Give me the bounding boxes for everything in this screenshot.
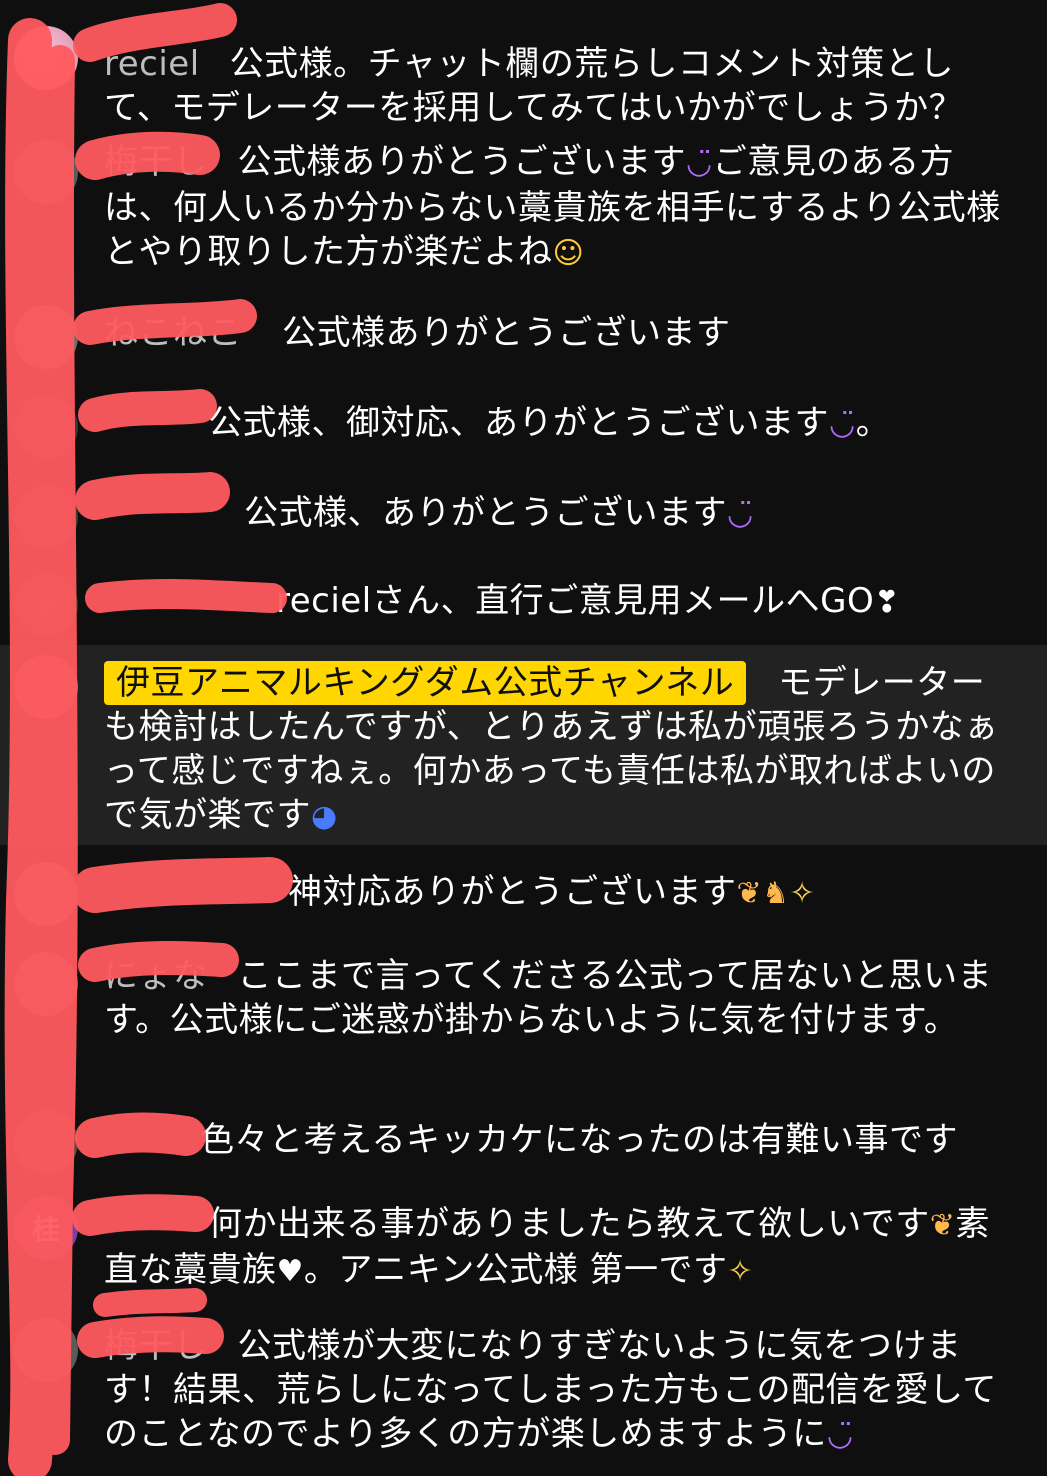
message-text: 公式様。チャット欄の荒らしコメント対策として、モデレーターを採用してみてはいかが… [104,44,964,128]
chat-message-owner: 伊豆アニマルキングダム公式チャンネル モデレーターも検討はしたんですが、とりあえず… [0,645,1047,845]
leaf-icon: ❦ [736,876,763,911]
chat-message: にょな ここまで言ってくださる公式って居ないと思います。公式様にご迷惑が掛からない… [0,948,1047,1088]
message-body: 梅干し 公式様が大変になりすぎないように気をつけます！結果、荒らしになってしまった… [104,1324,1009,1458]
avatar-initial: 桂 [31,1213,60,1246]
sparkles-icon: ✧ [789,876,816,911]
message-text: 神対応ありがとうございます [288,872,737,912]
message-body: にょな ここまで言ってくださる公式って居ないと思います。公式様にご迷惑が掛からない… [104,954,1009,1042]
sweat-face-icon: ◕ [311,799,338,834]
message-text-continued: 。 [855,403,891,443]
message-text: 公式様ありがとうございます [282,313,731,353]
avatar[interactable] [14,1318,78,1382]
white-heart-icon: ♥ [276,1254,304,1289]
avatar[interactable] [14,140,78,204]
message-body: 伊豆アニマルキングダム公式チャンネル モデレーターも検討はしたんですが、とりあえず… [104,661,1009,839]
avatar[interactable] [14,26,78,90]
avatar[interactable] [14,485,78,549]
chat-message: 公式様、ありがとうございます◡̈ [0,485,1047,549]
message-text: ここまで言ってくださる公式って居ないと思います。公式様にご迷惑が掛からないように… [104,956,993,1040]
heart-exclamation-icon: ❣ [874,585,900,620]
live-chat-list[interactable]: reciel 公式様。チャット欄の荒らしコメント対策として、モデレーターを採用して… [0,0,1047,1476]
message-body: 梅干し 公式様ありがとうございます◡̈ご意見のある方は、何人いるか分からない藁貴族… [104,140,1009,276]
author-name[interactable]: にょな [104,956,208,996]
message-text: recielさん、直行ご意見用メールへGO [276,581,875,621]
message-body: 公式様、ありがとうございます◡̈ [244,491,1047,537]
avatar[interactable] [14,1110,78,1174]
message-text: 公式様ありがとうございます [237,142,686,182]
chat-message: 梅干し 公式様が大変になりすぎないように気をつけます！結果、荒らしになってしまった… [0,1318,1047,1458]
leaf-icon: ❦ [929,1208,956,1243]
avatar[interactable]: 桂 [14,1196,78,1260]
smiling-face-icon: ◡̈ [829,407,856,442]
message-body: 色々と考えるキッカケになったのは有難い事です [200,1118,1047,1162]
message-body: reciel 公式様。チャット欄の荒らしコメント対策として、モデレーターを採用して… [104,42,1009,130]
message-body: 公式様、御対応、ありがとうございます◡̈。 [208,401,1047,447]
chat-message: recielさん、直行ご意見用メールへGO❣ [0,573,1047,637]
smiling-face-icon: ◡̈ [727,497,754,532]
chat-message: 桂 何か出来る事がありましたら教えて欲しいです❦素直な藁貴族♥。アニキン公式様 … [0,1196,1047,1296]
smiling-face-icon: ◡̈ [686,146,713,181]
message-body: ねこねこ 公式様ありがとうございます [104,311,1009,355]
avatar[interactable] [14,862,78,926]
avatar[interactable] [14,573,78,637]
message-text: 公式様、御対応、ありがとうございます [208,403,829,443]
chat-message: 神対応ありがとうございます❦♞✧ [0,862,1047,926]
chat-message: ねこねこ 公式様ありがとうございます [0,305,1047,369]
message-text: 何か出来る事がありましたら教えて欲しいです [208,1204,930,1244]
author-name[interactable]: 梅干し [104,1326,208,1366]
message-text: 公式様が大変になりすぎないように気をつけます！結果、荒らしになってしまった方もこ… [104,1326,997,1454]
giraffe-icon: ♞ [762,876,790,911]
sparkles-icon: ✧ [727,1254,754,1289]
avatar[interactable] [14,395,78,459]
smiling-face-icon: ◡̈ [826,1418,854,1453]
author-name[interactable]: ねこねこ [104,313,242,353]
message-text-continued-2: 。アニキン公式様 第一です [303,1250,728,1290]
message-body: 何か出来る事がありましたら教えて欲しいです❦素直な藁貴族♥。アニキン公式様 第一… [104,1202,1009,1294]
chat-message: 色々と考えるキッカケになったのは有難い事です [0,1110,1047,1174]
avatar[interactable] [14,655,78,719]
message-text: 公式様、ありがとうございます [244,493,727,533]
rolling-laughing-face-icon: ☺ [552,236,585,271]
chat-message: 梅干し 公式様ありがとうございます◡̈ご意見のある方は、何人いるか分からない藁貴族… [0,140,1047,280]
owner-author-badge[interactable]: 伊豆アニマルキングダム公式チャンネル [104,661,747,705]
chat-message: reciel 公式様。チャット欄の荒らしコメント対策として、モデレーターを採用して… [0,18,1047,128]
chat-message: 公式様、御対応、ありがとうございます◡̈。 [0,395,1047,459]
avatar[interactable] [14,952,78,1016]
message-body: 神対応ありがとうございます❦♞✧ [288,870,1047,916]
author-name[interactable]: 梅干し [104,142,208,182]
author-name[interactable]: reciel [104,44,200,84]
message-body: recielさん、直行ご意見用メールへGO❣ [276,579,1047,625]
avatar[interactable] [14,305,78,369]
message-text: 色々と考えるキッカケになったのは有難い事です [200,1120,958,1160]
